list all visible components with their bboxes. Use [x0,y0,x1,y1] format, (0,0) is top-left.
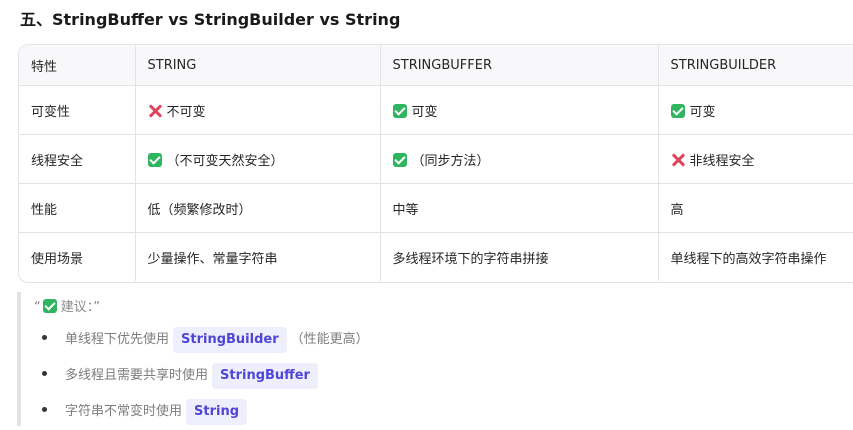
check-icon [42,299,57,313]
check-icon [392,152,407,167]
item-text: 多线程且需要共享时使用 [65,368,209,383]
cell-string: （不可变天然安全） [135,134,381,184]
open-quote: “ [34,300,41,315]
advice-blockquote: “ 建议：” 单线程下优先使用 StringBuilder （性能更高） 多线程且需要… [17,292,621,426]
document-page: 五、StringBuffer vs StringBuilder vs Strin… [0,0,853,430]
cell-feature: 可变性 [19,85,136,135]
cell-stringbuilder: 非线程安全 [658,134,853,184]
section-heading: 五、StringBuffer vs StringBuilder vs Strin… [20,10,401,29]
comparison-table: 特性 STRING STRINGBUFFER STRINGBUILDER 可变性… [18,44,853,283]
close-quote: ” [93,300,101,315]
item-text: 单线程下优先使用 [65,332,170,347]
header-stringbuilder: STRINGBUILDER [658,45,853,86]
list-item: 字符串不常变时使用 String [42,399,251,425]
code-stringbuilder: StringBuilder [173,327,287,353]
advice-title-text: 建议： [60,300,94,315]
header-string: STRING [135,45,381,86]
cell-stringbuffer: 多线程环境下的字符串拼接 [380,232,659,281]
cell-text: 非线程安全 [689,153,755,169]
cell-stringbuffer: 中等 [380,183,659,233]
cell-feature: 性能 [19,183,136,233]
header-stringbuffer: STRINGBUFFER [380,45,659,86]
table-row: 性能 低（频繁修改时） 中等 高 [19,183,853,233]
cell-feature: 线程安全 [19,134,136,184]
cell-text: （同步方法） [411,153,490,169]
list-item: 多线程且需要共享时使用 StringBuffer [42,363,322,389]
header-feature: 特性 [19,45,136,86]
cell-text: 可变 [411,104,438,120]
cross-icon [148,104,162,118]
bullet-dot [42,407,47,412]
cell-text: （不可变天然安全） [166,153,284,169]
check-icon [670,103,685,118]
table-row: 线程安全 （不可变天然安全） （同步方法） 非线程安全 [19,134,853,184]
bullet-dot [42,335,47,340]
cell-string: 低（频繁修改时） [135,183,381,233]
cell-stringbuffer: 可变 [380,85,659,135]
advice-title: “ 建议：” [34,296,100,315]
cell-stringbuilder: 单线程下的高效字符串操作 [670,251,827,267]
cell-text: 可变 [689,104,716,120]
check-icon [147,152,162,167]
cross-icon [671,153,685,167]
code-stringbuffer: StringBuffer [212,363,318,389]
cell-stringbuffer: （同步方法） [380,134,659,184]
table-row: 可变性 不可变 可变 可变 [19,85,853,135]
cell-stringbuilder: 高 [658,183,853,233]
table-header-row: 特性 STRING STRINGBUFFER STRINGBUILDER [19,45,853,86]
cell-text: 不可变 [166,104,206,120]
code-string: String [186,399,248,425]
list-item: 单线程下优先使用 StringBuilder （性能更高） [42,327,369,353]
bullet-dot [42,371,47,376]
cell-string: 不可变 [135,85,381,135]
item-text: 字符串不常变时使用 [65,404,183,419]
table-row: 使用场景 少量操作、常量字符串 多线程环境下的字符串拼接 单线程下的高效字符串操… [19,232,853,281]
check-icon [392,103,407,118]
cell-string: 少量操作、常量字符串 [135,232,381,281]
cell-stringbuilder: 可变 [658,85,853,135]
cell-feature: 使用场景 [19,232,136,281]
item-note: （性能更高） [290,332,369,347]
